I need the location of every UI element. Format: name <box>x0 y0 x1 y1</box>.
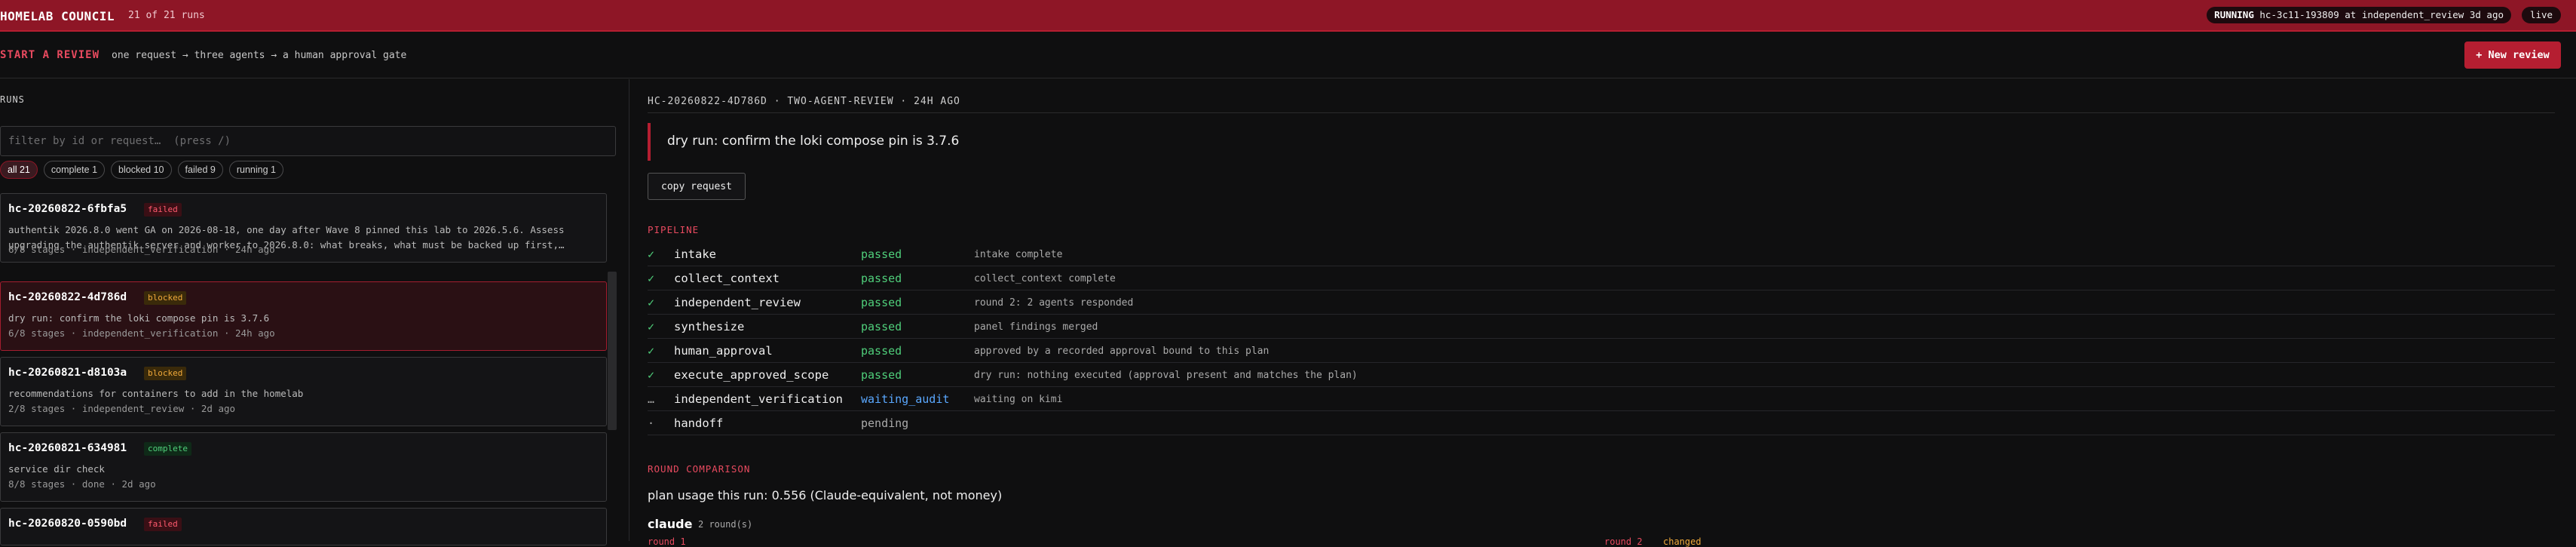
run-card-selected[interactable]: hc-20260822-4d786d blocked dry run: conf… <box>0 281 607 351</box>
run-card[interactable]: hc-20260821-634981 complete service dir … <box>0 432 607 502</box>
stage-note: dry run: nothing executed (approval pres… <box>974 370 1358 381</box>
stage-note: approved by a recorded approval bound to… <box>974 346 1270 357</box>
dot-icon: · <box>648 416 655 430</box>
stage-note: intake complete <box>974 249 1063 260</box>
stage-name: synthesize <box>674 320 745 333</box>
pipeline-stage: ✓ intake passed intake complete <box>648 242 2555 266</box>
agent-round-count: 2 round(s) <box>698 519 753 530</box>
pipeline-stage: · handoff pending <box>648 411 2555 435</box>
stage-note: collect_context complete <box>974 273 1116 284</box>
pipeline-label: PIPELINE <box>648 224 700 235</box>
run-id: hc-20260821-634981 <box>8 442 127 454</box>
live-indicator: live <box>2522 7 2561 23</box>
pipeline-stage: ✓ execute_approved_scope passed dry run:… <box>648 363 2555 387</box>
stage-name: execute_approved_scope <box>674 368 829 382</box>
run-id: hc-20260820-0590bd <box>8 518 127 530</box>
stage-status: passed <box>861 296 902 309</box>
check-icon: ✓ <box>648 296 655 309</box>
status-badge: failed <box>144 203 182 217</box>
check-icon: ✓ <box>648 368 655 382</box>
run-id: hc-20260821-d8103a <box>8 367 127 379</box>
run-id: hc-20260822-4d786d <box>8 291 127 303</box>
round-2-changed-badge: changed <box>1663 536 1702 547</box>
pipeline-stage: ✓ collect_context passed collect_context… <box>648 266 2555 290</box>
stage-name: independent_verification <box>674 392 843 406</box>
run-detail-panel: HC-20260822-4D786D · TWO-AGENT-REVIEW · … <box>630 79 2576 547</box>
chip-complete[interactable]: complete 1 <box>43 161 106 179</box>
chip-running[interactable]: running 1 <box>228 161 283 179</box>
round-2-label: round 2 <box>1604 536 1643 547</box>
status-badge: blocked <box>144 367 187 380</box>
status-label: RUNNING <box>2214 9 2254 20</box>
stage-name: human_approval <box>674 344 773 358</box>
request-text: dry run: confirm the loki compose pin is… <box>667 134 960 149</box>
check-icon: ✓ <box>648 247 655 261</box>
run-detail-header: HC-20260822-4D786D · TWO-AGENT-REVIEW · … <box>648 96 960 107</box>
chip-failed[interactable]: failed 9 <box>177 161 223 179</box>
pipeline-stage: ✓ independent_review passed round 2: 2 a… <box>648 290 2555 315</box>
status-badge: blocked <box>144 291 187 305</box>
stage-name: handoff <box>674 416 724 430</box>
new-review-button[interactable]: + New review <box>2464 41 2561 69</box>
status-badge: failed <box>144 518 182 531</box>
divider <box>648 112 2555 113</box>
stage-status: passed <box>861 344 902 358</box>
pipeline-stage: ✓ synthesize passed panel findings merge… <box>648 315 2555 339</box>
top-bar: HOMELAB COUNCIL 21 of 21 runs RUNNING hc… <box>0 0 2576 32</box>
plan-usage: plan usage this run: 0.556 (Claude-equiv… <box>648 488 1003 502</box>
chip-all[interactable]: all 21 <box>0 161 38 179</box>
ellipsis-icon: … <box>648 392 655 406</box>
stage-note: round 2: 2 agents responded <box>974 297 1134 309</box>
stage-name: independent_review <box>674 296 801 309</box>
start-review-subtitle: one request → three agents → a human app… <box>112 50 407 61</box>
run-card[interactable]: hc-20260821-d8103a blocked recommendatio… <box>0 357 607 426</box>
start-review-bar: START A REVIEW one request → three agent… <box>0 32 2576 78</box>
pipeline-stage: ✓ human_approval passed approved by a re… <box>648 339 2555 363</box>
run-request: dry run: confirm the loki compose pin is… <box>8 312 270 324</box>
start-review-title: START A REVIEW <box>0 49 100 61</box>
app-title: HOMELAB COUNCIL <box>0 9 115 23</box>
stage-note: panel findings merged <box>974 321 1098 333</box>
run-meta: 8/8 stages · done · 2d ago <box>8 478 156 490</box>
runs-label: RUNS <box>0 94 25 105</box>
run-request: recommendations for containers to add in… <box>8 388 304 399</box>
check-icon: ✓ <box>648 320 655 333</box>
run-card[interactable]: hc-20260820-0590bd failed <box>0 508 607 545</box>
run-meta: 2/8 stages · independent_review · 2d ago <box>8 403 236 414</box>
runs-panel: RUNS all 21 complete 1 blocked 10 failed… <box>0 79 629 545</box>
round-comparison-label: ROUND COMPARISON <box>648 463 751 475</box>
stage-name: collect_context <box>674 272 780 285</box>
stage-note: waiting on kimi <box>974 394 1063 405</box>
stage-status: passed <box>861 272 902 285</box>
run-count: 21 of 21 runs <box>128 10 205 21</box>
status-filter-chips: all 21 complete 1 blocked 10 failed 9 ru… <box>0 161 283 179</box>
stage-status: pending <box>861 416 909 430</box>
stage-status: passed <box>861 368 902 382</box>
copy-request-button[interactable]: copy request <box>648 173 746 200</box>
request-quote: dry run: confirm the loki compose pin is… <box>648 123 2555 161</box>
stage-status: waiting_audit <box>861 392 950 406</box>
run-filter-input[interactable] <box>0 126 616 156</box>
run-meta: 6/8 stages · independent_verification · … <box>8 327 275 339</box>
runs-scrollbar[interactable] <box>608 272 617 430</box>
stage-status: passed <box>861 320 902 333</box>
chip-blocked[interactable]: blocked 10 <box>111 161 172 179</box>
round-1-label: round 1 <box>648 536 686 547</box>
run-id: hc-20260822-6fbfa5 <box>8 203 127 215</box>
run-meta: 6/8 stages · independent_verification · … <box>8 244 275 255</box>
pipeline-stage: … independent_verification waiting_audit… <box>648 387 2555 411</box>
stage-status: passed <box>861 247 902 261</box>
run-request: service dir check <box>8 463 105 475</box>
status-detail: hc-3c11-193809 at independent_review 3d … <box>2259 9 2504 20</box>
run-card[interactable]: hc-20260822-6fbfa5 failed authentik 2026… <box>0 193 607 263</box>
check-icon: ✓ <box>648 272 655 285</box>
running-status-pill[interactable]: RUNNING hc-3c11-193809 at independent_re… <box>2207 7 2511 23</box>
stage-name: intake <box>674 247 716 261</box>
status-badge: complete <box>144 442 191 456</box>
check-icon: ✓ <box>648 344 655 358</box>
agent-name: claude <box>648 517 693 531</box>
